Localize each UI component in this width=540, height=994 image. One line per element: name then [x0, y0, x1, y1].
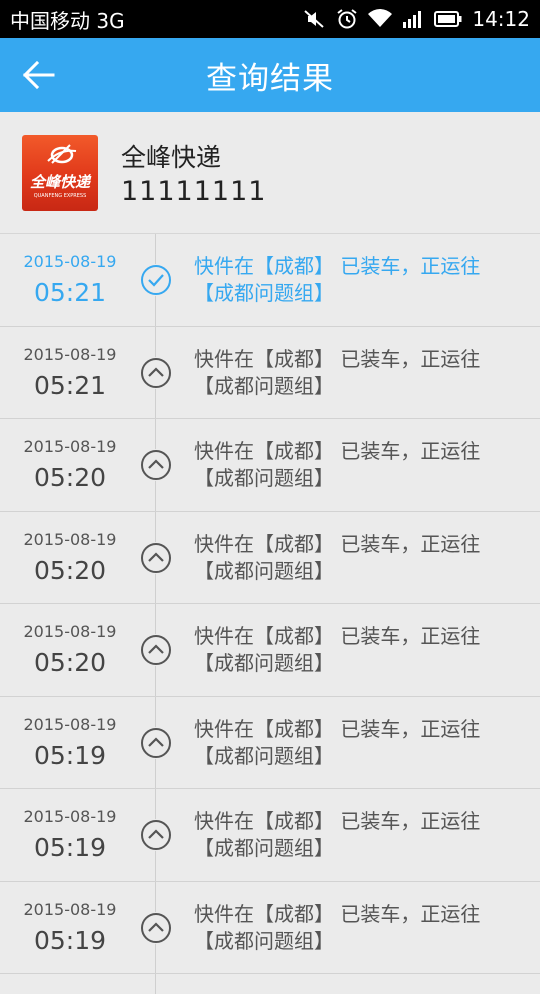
event-description: 快件在【成都】 已装车，正运往【成都问题组】 — [194, 716, 481, 768]
chevron-up-circle-icon — [140, 726, 172, 759]
tracking-event-row: 2015-08-19 05:19 快件在【成都】 已装车，正运往【成都问题组】 — [0, 882, 540, 974]
event-date: 2015-08-19 — [23, 437, 117, 456]
event-description: 快件在【成都】 已装车，正运往【成都问题组】 — [194, 901, 481, 953]
page-title: 查询结果 — [206, 60, 334, 97]
tracking-event-row: 2015-08-19 05:20 快件在【成都】 已装车，正运往【成都问题组】 — [0, 604, 540, 697]
event-date: 2015-08-19 — [23, 899, 117, 919]
chevron-up-circle-icon — [140, 819, 172, 851]
event-time: 05:20 — [33, 555, 107, 585]
company-name: 全峰快递 — [121, 143, 222, 172]
status-bar: 中国移动 3G 14:12 — [0, 0, 540, 38]
svg-text:全峰快递: 全峰快递 — [30, 173, 92, 191]
back-button[interactable] — [18, 55, 58, 95]
battery-icon — [434, 11, 462, 27]
event-time: 05:21 — [33, 278, 107, 307]
event-time: 05:21 — [33, 370, 107, 400]
event-date: 2015-08-19 — [23, 344, 117, 364]
chevron-up-circle-icon — [140, 911, 172, 944]
check-circle-icon — [140, 264, 172, 296]
tracking-event-row: 2015-08-19 05:19 快件在【成都】 已装车，正运往【成都问题组】 — [0, 697, 540, 789]
status-icons: 14:12 — [302, 7, 530, 31]
chevron-up-circle-icon — [140, 449, 172, 481]
chevron-up-circle-icon — [140, 356, 172, 389]
event-time: 05:20 — [33, 463, 107, 492]
mute-icon — [302, 9, 326, 29]
svg-text:QUANFENG EXPRESS: QUANFENG EXPRESS — [34, 193, 87, 199]
chevron-up-circle-icon — [140, 541, 172, 574]
chevron-up-circle-icon — [140, 634, 172, 666]
event-date: 2015-08-19 — [23, 622, 117, 641]
event-date: 2015-08-19 — [23, 714, 117, 734]
app-bar: 查询结果 — [0, 38, 540, 112]
alarm-icon — [336, 8, 358, 30]
company-header: 全峰快递 QUANFENG EXPRESS 全峰快递 11111111 — [0, 112, 540, 234]
event-description: 快件在【成都】 已装车，正运往【成都问题组】 — [194, 531, 481, 583]
carrier-label: 中国移动 3G — [10, 8, 125, 33]
event-date: 2015-08-19 — [23, 529, 117, 549]
tracking-timeline: 2015-08-19 05:21 快件在【成都】 已装车，正运往【成都问题组】 201… — [0, 234, 540, 994]
event-description: 快件在【成都】 已装车，正运往【成都问题组】 — [194, 254, 481, 305]
event-description: 快件在【成都】 已装车，正运往【成都问题组】 — [194, 624, 481, 675]
signal-icon — [402, 9, 424, 29]
event-description: 快件在【成都】 已装车，正运往【成都问题组】 — [194, 809, 481, 860]
clock-label: 14:12 — [472, 7, 530, 31]
tracking-number: 11111111 — [121, 176, 267, 207]
event-date: 2015-08-19 — [23, 252, 117, 271]
event-time: 05:20 — [33, 648, 107, 677]
tracking-event-row: 2015-08-19 05:20 快件在【成都】 已装车，正运往【成都问题组】 — [0, 512, 540, 604]
event-date: 2015-08-19 — [23, 807, 117, 826]
arrow-left-icon — [22, 60, 55, 90]
tracking-event-row: 2015-08-19 05:21 快件在【成都】 已装车，正运往【成都问题组】 — [0, 234, 540, 327]
tracking-event-row: 2015-08-19 05:19 快件在【成都】 已装车，正运往【成都问题组】 — [0, 789, 540, 882]
event-time: 05:19 — [33, 740, 107, 770]
company-logo: 全峰快递 QUANFENG EXPRESS — [22, 135, 98, 211]
event-time: 05:19 — [33, 925, 107, 955]
event-time: 05:19 — [33, 833, 107, 862]
event-description: 快件在【成都】 已装车，正运往【成都问题组】 — [194, 439, 481, 490]
event-description: 快件在【成都】 已装车，正运往【成都问题组】 — [194, 346, 481, 398]
tracking-event-row: 2015-08-19 05:21 快件在【成都】 已装车，正运往【成都问题组】 — [0, 327, 540, 419]
tracking-event-row: 2015-08-19 05:20 快件在【成都】 已装车，正运往【成都问题组】 — [0, 419, 540, 512]
wifi-icon — [368, 9, 393, 29]
